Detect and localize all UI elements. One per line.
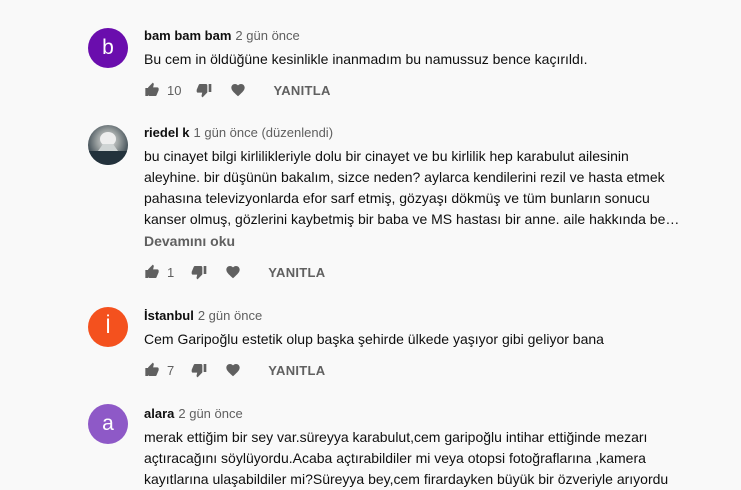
comment-line: kanser olmuş, gözlerini kaybetmiş bir ba…: [144, 211, 680, 227]
like-count: 1: [167, 264, 175, 280]
comment-header: alara 2 gün önce: [144, 406, 243, 421]
comment-author[interactable]: alara: [144, 406, 174, 421]
avatar-photo-icon: [88, 132, 128, 165]
comment-text: bu cinayet bilgi kirlilikleriyle dolu bi…: [144, 146, 679, 230]
comment-header: riedel k 1 gün önce (düzenlendi): [144, 125, 333, 140]
heart-icon[interactable]: [224, 263, 242, 281]
comment-line: Bu cem in öldüğüne kesinlikle inanmadım …: [144, 51, 588, 67]
heart-icon[interactable]: [224, 361, 242, 379]
comment-author[interactable]: bam bam bam: [144, 28, 231, 43]
avatar-letter: b: [102, 36, 114, 59]
comment-text: Cem Garipoğlu estetik olup başka şehirde…: [144, 329, 604, 350]
avatar-letter: a: [102, 412, 114, 435]
reply-button[interactable]: YANITLA: [268, 265, 325, 280]
comment-header: İstanbul 2 gün önce: [144, 308, 262, 323]
thumbs-down-icon[interactable]: [195, 81, 213, 99]
comment-line: Cem Garipoğlu estetik olup başka şehirde…: [144, 331, 604, 347]
comment-text: merak ettiğim bir sey var.süreyya karabu…: [144, 427, 668, 490]
comment-timestamp[interactable]: 2 gün önce: [198, 308, 262, 323]
thumbs-up-icon[interactable]: [143, 263, 161, 281]
reply-button[interactable]: YANITLA: [273, 83, 330, 98]
comment-timestamp[interactable]: 1 gün önce (düzenlendi): [194, 125, 334, 140]
heart-icon[interactable]: [229, 81, 247, 99]
comment-line: kayıtlarına ulaşabildiler mi?Süreyya bey…: [144, 471, 669, 487]
comment-actions: 7 YANITLA: [143, 360, 325, 380]
comment-actions: 1 YANITLA: [143, 262, 325, 282]
comment-line: bu cinayet bilgi kirlilikleriyle dolu bi…: [144, 148, 629, 164]
comment-author[interactable]: İstanbul: [144, 308, 194, 323]
thumbs-up-icon[interactable]: [143, 81, 161, 99]
thumbs-down-icon[interactable]: [190, 263, 208, 281]
avatar[interactable]: a: [88, 404, 128, 444]
comment-author[interactable]: riedel k: [144, 125, 190, 140]
avatar[interactable]: İ: [88, 307, 128, 347]
thumbs-down-icon[interactable]: [190, 361, 208, 379]
comment-actions: 10 YANITLA: [143, 80, 331, 100]
comment-line: merak ettiğim bir sey var.süreyya karabu…: [144, 429, 648, 445]
avatar[interactable]: [88, 125, 128, 165]
like-count: 10: [167, 82, 182, 98]
like-count: 7: [167, 362, 175, 378]
comment-line: aleyhine. bir düşünün bakalım, sizce ned…: [144, 169, 665, 185]
read-more-link[interactable]: Devamını oku: [144, 233, 235, 249]
reply-button[interactable]: YANITLA: [268, 363, 325, 378]
thumbs-up-icon[interactable]: [143, 361, 161, 379]
avatar-letter: İ: [105, 315, 111, 338]
comment-header: bam bam bam 2 gün önce: [144, 28, 300, 43]
comment-timestamp[interactable]: 2 gün önce: [178, 406, 242, 421]
comment-timestamp[interactable]: 2 gün önce: [235, 28, 299, 43]
avatar[interactable]: b: [88, 28, 128, 68]
comment-line: açtıracağını söylüyordu.Acaba açtırabild…: [144, 450, 646, 466]
comment-line: pahasına televizyonlarda efor sarf etmiş…: [144, 190, 650, 206]
comment-text: Bu cem in öldüğüne kesinlikle inanmadım …: [144, 49, 588, 70]
